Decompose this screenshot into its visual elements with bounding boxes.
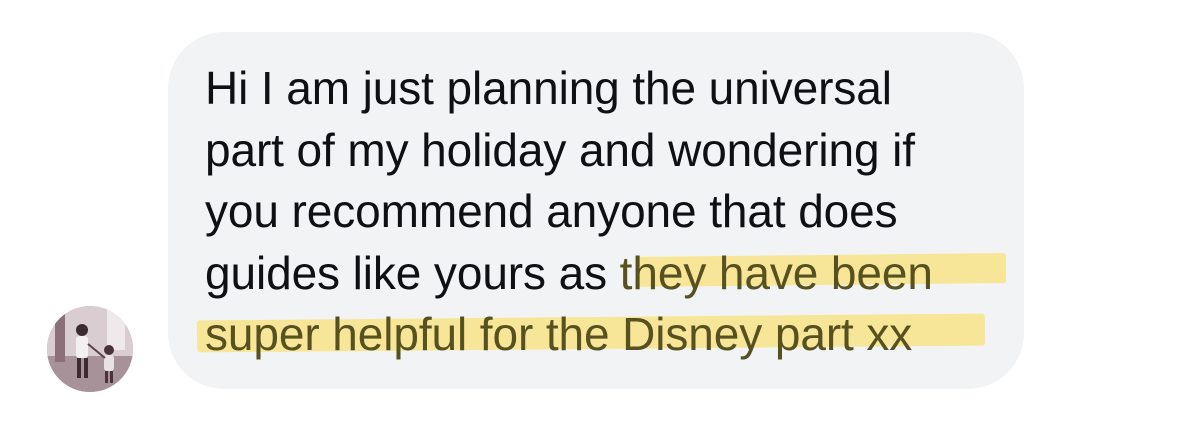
- message-line-5: super helpful for the Disney part xx: [205, 304, 1005, 366]
- message-line-2: part of my holiday and wondering if: [205, 123, 915, 176]
- profile-photo-icon: [47, 306, 133, 392]
- message-line-1: Hi I am just planning the universal: [205, 62, 892, 114]
- message-line-4: guides like yours as they have been: [205, 243, 1005, 305]
- message-text: Hi I am just planning the universal part…: [205, 58, 1005, 366]
- message-line-3: you recommend anyone that does: [205, 185, 898, 237]
- highlighted-text-1: they have been: [619, 246, 933, 299]
- sender-avatar[interactable]: [47, 306, 133, 392]
- highlighted-text-2: super helpful for the Disney part xx: [205, 308, 913, 360]
- message-line-4-plain: guides like yours as: [205, 246, 620, 299]
